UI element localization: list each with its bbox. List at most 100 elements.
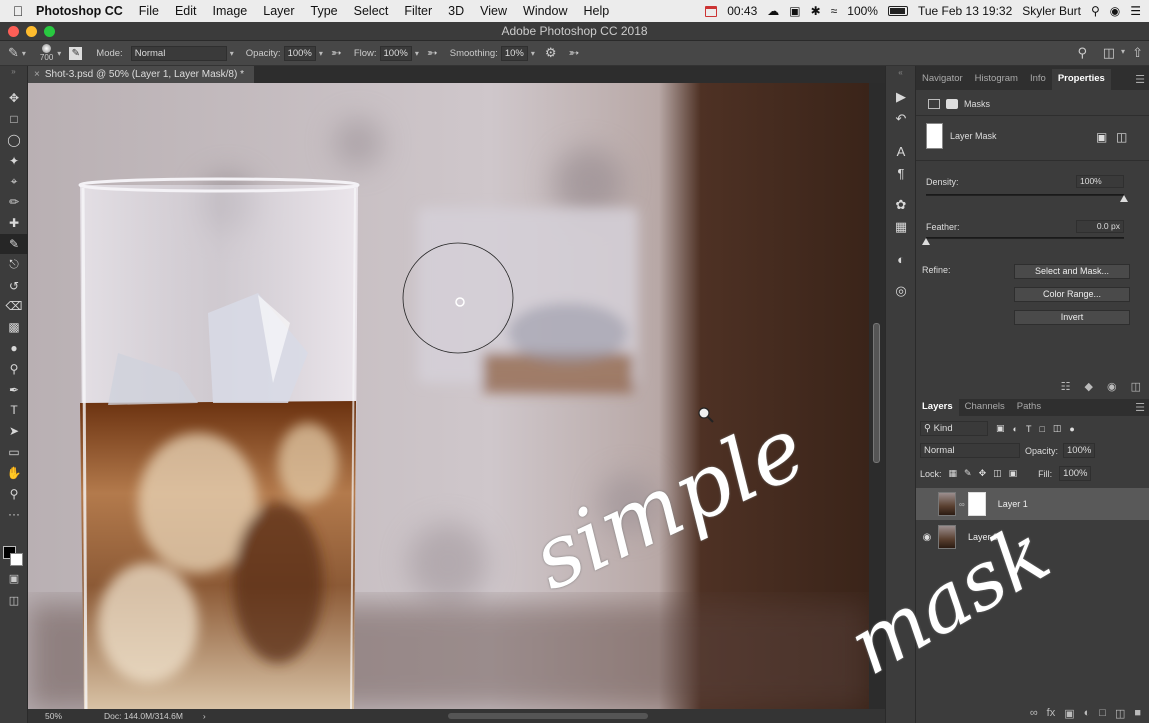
clone-stamp-tool-icon[interactable]: ⎋ xyxy=(0,254,28,275)
workspace-caret-icon[interactable]: ▾ xyxy=(1121,47,1125,56)
pen-tool-icon[interactable]: ✒ xyxy=(0,379,28,400)
spotlight-search-icon[interactable]: ⚲ xyxy=(1091,4,1100,18)
add-vector-mask-icon[interactable]: ◫ xyxy=(1116,130,1127,144)
tab-layers[interactable]: Layers xyxy=(916,398,959,416)
filter-pixel-icon[interactable]: ▣ xyxy=(996,423,1005,434)
paragraph-panel-icon[interactable]: ¶ xyxy=(886,162,916,184)
lock-transparent-icon[interactable]: ▦ xyxy=(949,468,958,479)
delete-layer-icon[interactable]: ■ xyxy=(1134,707,1141,719)
creative-cloud-icon[interactable]: ☁ xyxy=(767,4,779,18)
layer-0-eye-icon[interactable]: ◉ xyxy=(916,532,938,543)
history-brush-tool-icon[interactable]: ↺ xyxy=(0,275,28,296)
horizontal-scroll-thumb[interactable] xyxy=(448,713,648,719)
link-layers-icon[interactable]: ∞ xyxy=(1030,707,1038,719)
density-slider-handle[interactable] xyxy=(1120,195,1128,202)
mode-caret-icon[interactable]: ▾ xyxy=(230,49,234,58)
menu-filter[interactable]: Filter xyxy=(404,4,432,18)
layers-panel-menu-icon[interactable]: ☰ xyxy=(1135,401,1145,414)
marquee-tool-icon[interactable]: □ xyxy=(0,109,28,130)
tab-navigator[interactable]: Navigator xyxy=(916,72,969,90)
minimize-window-button[interactable] xyxy=(26,26,37,37)
delete-mask-icon[interactable]: ◫ xyxy=(1131,380,1141,393)
swatches-panel-icon[interactable]: ▦ xyxy=(886,216,916,238)
toolbox-collapse-icon[interactable]: » xyxy=(0,66,27,88)
path-selection-tool-icon[interactable]: ➤ xyxy=(0,421,28,442)
character-panel-icon[interactable]: A xyxy=(886,140,916,162)
lock-position-icon[interactable]: ✥ xyxy=(979,468,987,479)
filter-adjustment-icon[interactable]: ◐ xyxy=(1013,424,1018,434)
healing-brush-tool-icon[interactable]: ✚ xyxy=(0,213,28,234)
pixel-mask-icon[interactable] xyxy=(928,99,940,109)
filter-toggle-icon[interactable]: ● xyxy=(1069,424,1074,434)
app-menu[interactable]: Photoshop CC xyxy=(36,4,123,18)
blend-mode-select[interactable]: Normal xyxy=(920,443,1020,458)
color-range-button[interactable]: Color Range... xyxy=(1014,287,1130,302)
wifi-icon[interactable]: ≈ xyxy=(831,4,838,18)
load-selection-icon[interactable]: ☷ xyxy=(1061,380,1071,393)
rectangle-tool-icon[interactable]: ▭ xyxy=(0,442,28,463)
pressure-size-icon[interactable]: ➳ xyxy=(569,45,580,61)
tab-info[interactable]: Info xyxy=(1024,72,1052,90)
vertical-scroll-thumb[interactable] xyxy=(873,323,880,463)
background-color-swatch[interactable] xyxy=(10,553,23,566)
quick-mask-icon[interactable]: ▣ xyxy=(0,572,28,585)
feather-input[interactable]: 0.0 px xyxy=(1076,220,1124,233)
density-input[interactable]: 100% xyxy=(1076,175,1124,188)
lock-all-icon[interactable]: ▣ xyxy=(1009,468,1018,479)
adjustments-panel-icon[interactable]: ◐ xyxy=(886,248,916,270)
layer-mask-thumbnail[interactable] xyxy=(926,123,943,149)
flow-input[interactable]: 100% xyxy=(379,45,412,61)
menu-window[interactable]: Window xyxy=(523,4,567,18)
new-layer-icon[interactable]: ◫ xyxy=(1115,707,1125,720)
hand-tool-icon[interactable]: ✋ xyxy=(0,462,28,483)
status-menu-arrow-icon[interactable]: › xyxy=(203,711,206,721)
close-tab-icon[interactable]: × xyxy=(34,69,40,80)
history-panel-icon[interactable]: ↶ xyxy=(886,108,916,130)
menu-help[interactable]: Help xyxy=(584,4,610,18)
search-icon[interactable]: ⚲ xyxy=(1077,45,1087,61)
quick-selection-tool-icon[interactable]: ✦ xyxy=(0,150,28,171)
bluetooth-icon[interactable]: ✱ xyxy=(811,4,821,18)
select-pixel-mask-icon[interactable]: ▣ xyxy=(1096,130,1107,144)
apple-icon[interactable]:  xyxy=(0,3,36,19)
layer-filter-kind-select[interactable]: ⚲ Kind xyxy=(920,421,988,436)
select-and-mask-button[interactable]: Select and Mask... xyxy=(1014,264,1130,279)
mode-select[interactable]: Normal xyxy=(130,45,227,61)
add-mask-icon[interactable]: ▣ xyxy=(1064,707,1074,720)
lasso-tool-icon[interactable]: ◯ xyxy=(0,130,28,151)
battery-percent[interactable]: 100% xyxy=(847,4,878,18)
menu-image[interactable]: Image xyxy=(213,4,248,18)
screen-mode-icon[interactable]: ◫ xyxy=(0,594,28,607)
zoom-tool-icon[interactable]: ⚲ xyxy=(0,483,28,504)
properties-panel-menu-icon[interactable]: ☰ xyxy=(1135,73,1145,86)
menu-edit[interactable]: Edit xyxy=(175,4,197,18)
notification-center-icon[interactable]: ☰ xyxy=(1130,4,1141,18)
new-adjustment-layer-icon[interactable]: ◐ xyxy=(1084,707,1091,719)
move-tool-icon[interactable]: ✥ xyxy=(0,88,28,109)
gradient-tool-icon[interactable]: ▩ xyxy=(0,317,28,338)
filter-type-icon[interactable]: T xyxy=(1026,424,1032,434)
more-tools-icon[interactable]: ··· xyxy=(0,504,28,525)
lock-artboard-icon[interactable]: ◫ xyxy=(993,468,1002,479)
dodge-tool-icon[interactable]: ⚲ xyxy=(0,358,28,379)
airbrush-icon[interactable]: ➳ xyxy=(427,45,438,61)
color-panel-icon[interactable]: ✿ xyxy=(886,194,916,216)
filter-smart-object-icon[interactable]: ◫ xyxy=(1053,423,1062,434)
lock-pixels-icon[interactable]: ✎ xyxy=(964,468,972,479)
doc-info[interactable]: Doc: 144.0M/314.6M xyxy=(104,711,183,721)
actions-panel-icon[interactable]: ▶ xyxy=(886,86,916,108)
workspace-icon[interactable]: ◫ xyxy=(1103,45,1115,61)
share-icon[interactable]: ⇧ xyxy=(1132,45,1143,61)
tab-channels[interactable]: Channels xyxy=(959,400,1011,416)
type-tool-icon[interactable]: T xyxy=(0,400,28,421)
crop-tool-icon[interactable]: ⌖ xyxy=(0,171,28,192)
new-group-icon[interactable]: □ xyxy=(1099,707,1106,719)
zoom-window-button[interactable] xyxy=(44,26,55,37)
menu-layer[interactable]: Layer xyxy=(263,4,294,18)
brush-tool-active-icon[interactable]: ✎ xyxy=(0,233,28,255)
brush-preset-picker[interactable]: 700 xyxy=(40,44,53,62)
cast-icon[interactable]: ▣ xyxy=(789,4,800,18)
brush-preset-caret-icon[interactable]: ▾ xyxy=(57,49,61,58)
close-window-button[interactable] xyxy=(8,26,19,37)
feather-slider[interactable] xyxy=(926,237,1124,239)
